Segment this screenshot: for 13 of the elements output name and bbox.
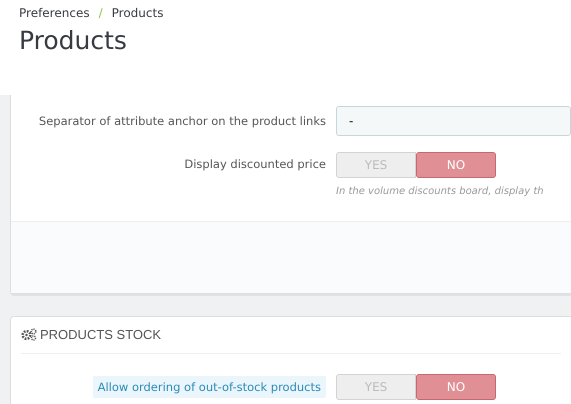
page-title: Products	[19, 26, 128, 56]
breadcrumb-link[interactable]: Products	[112, 6, 164, 20]
text-input[interactable]: -	[336, 106, 571, 136]
breadcrumb-link[interactable]: Preferences	[19, 6, 90, 20]
breadcrumb-separator: /	[98, 6, 103, 20]
field-label: Separator of attribute anchor on the product links	[38, 114, 326, 128]
field-label: Display discounted price	[184, 157, 326, 171]
panel-heading: PRODUCTS STOCK	[40, 326, 162, 344]
gears-icon	[21, 328, 37, 342]
toggle-option[interactable]: NO	[416, 152, 496, 178]
field-label: Allow ordering of out-of-stock products	[92, 376, 326, 398]
help-text: In the volume discounts board, display th	[336, 185, 544, 199]
toggle-option[interactable]: NO	[416, 374, 496, 400]
